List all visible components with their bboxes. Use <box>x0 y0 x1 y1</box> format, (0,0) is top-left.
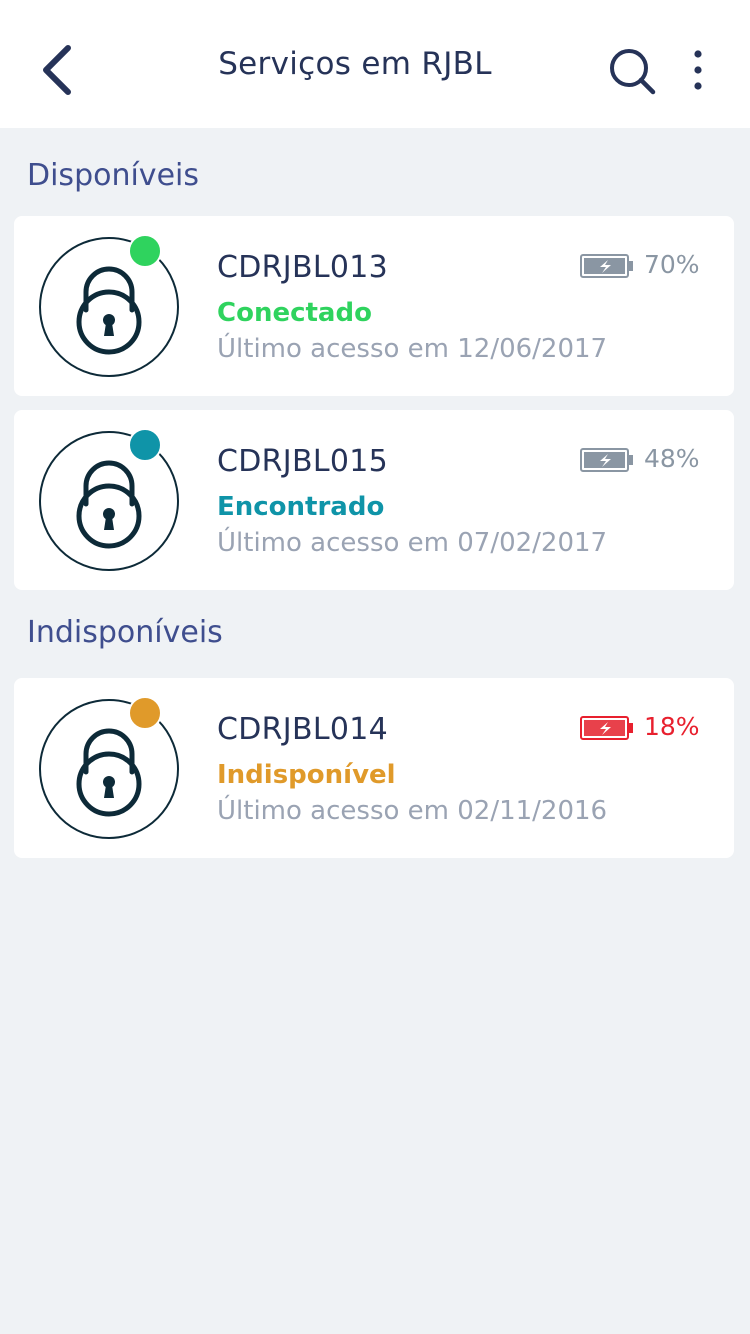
device-name: CDRJBL013 <box>217 250 388 285</box>
device-name: CDRJBL015 <box>217 444 388 479</box>
status-dot <box>128 696 162 730</box>
app-bar: Serviços em RJBL <box>0 0 750 128</box>
search-icon <box>610 49 656 95</box>
status-dot <box>128 428 162 462</box>
device-status: Conectado <box>217 298 372 328</box>
device-card[interactable]: CDRJBL014 Indisponível Último acesso em … <box>14 678 734 858</box>
last-access: Último acesso em 02/11/2016 <box>217 796 608 826</box>
section-title-unavailable: Indisponíveis <box>27 615 223 650</box>
last-access: Último acesso em 07/02/2017 <box>217 528 608 558</box>
device-status: Indisponível <box>217 760 396 790</box>
battery-icon <box>580 254 633 278</box>
page-title: Serviços em RJBL <box>218 46 492 82</box>
battery-percentage: 70% <box>644 250 700 279</box>
more-options-button[interactable] <box>680 44 716 100</box>
back-button[interactable] <box>30 40 86 100</box>
device-card[interactable]: CDRJBL013 Conectado Último acesso em 12/… <box>14 216 734 396</box>
device-card[interactable]: CDRJBL015 Encontrado Último acesso em 07… <box>14 410 734 590</box>
battery-icon <box>580 716 633 740</box>
more-vertical-icon <box>694 50 702 90</box>
battery-percentage: 18% <box>644 712 700 741</box>
status-dot <box>128 234 162 268</box>
search-button[interactable] <box>604 44 660 100</box>
device-name: CDRJBL014 <box>217 712 388 747</box>
section-title-available: Disponíveis <box>27 158 199 193</box>
device-status: Encontrado <box>217 492 385 522</box>
battery-icon <box>580 448 633 472</box>
battery-percentage: 48% <box>644 444 700 473</box>
chevron-left-icon <box>43 45 71 95</box>
last-access: Último acesso em 12/06/2017 <box>217 334 608 364</box>
